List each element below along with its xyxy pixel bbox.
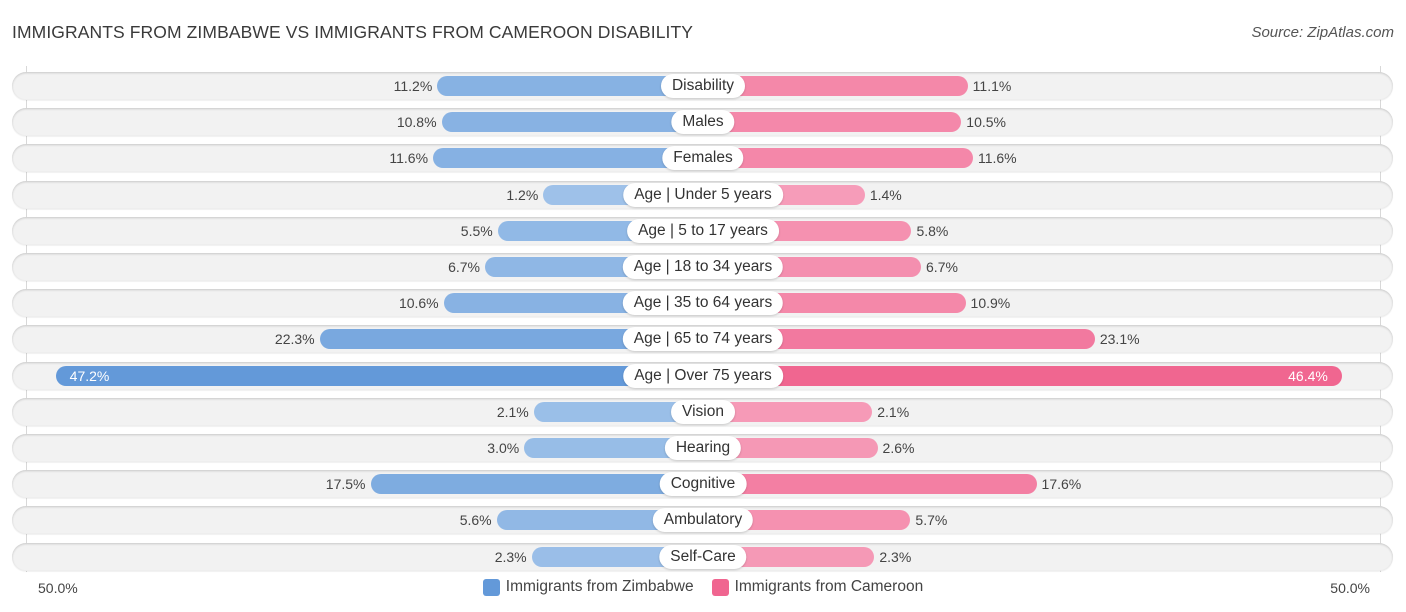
legend-item-cameroon[interactable]: Immigrants from Cameroon [711, 578, 924, 596]
bar-cameroon[interactable] [703, 365, 1342, 386]
category-label: Hearing [664, 436, 742, 460]
legend-label-zimbabwe: Immigrants from Zimbabwe [505, 578, 694, 595]
legend-swatch-zimbabwe [482, 578, 500, 596]
diverging-bar-chart: 11.2% 11.1% Disability 10.8% 10.5% Males 11.6%… [0, 0, 1406, 612]
value-label-cameroon: 10.5% [966, 114, 1006, 131]
bar-zimbabwe[interactable] [55, 365, 703, 386]
legend: Immigrants from Zimbabwe Immigrants from… [0, 578, 1406, 596]
value-label-cameroon: 11.6% [977, 150, 1017, 167]
value-label-cameroon: 23.1% [1099, 331, 1140, 348]
value-label-cameroon: 2.1% [877, 403, 910, 420]
value-label-zimbabwe: 5.6% [459, 512, 492, 529]
value-label-zimbabwe: 5.5% [460, 222, 493, 239]
value-label-zimbabwe: 10.6% [398, 295, 439, 312]
bar-zimbabwe[interactable] [441, 112, 703, 133]
category-label: Age | Under 5 years [623, 182, 783, 207]
value-label-cameroon: 2.3% [879, 548, 912, 565]
bar-cameroon[interactable] [703, 474, 1037, 495]
bar-zimbabwe[interactable] [370, 474, 703, 495]
legend-swatch-cameroon [711, 578, 729, 596]
bar-cameroon[interactable] [703, 148, 973, 169]
value-label-zimbabwe: 3.0% [487, 440, 520, 456]
value-label-zimbabwe: 22.3% [274, 331, 315, 348]
bar-cameroon[interactable] [703, 112, 962, 133]
value-label-cameroon: 11.1% [972, 78, 1012, 94]
value-label-zimbabwe: 10.8% [396, 114, 437, 131]
legend-item-zimbabwe[interactable]: Immigrants from Zimbabwe [482, 578, 694, 596]
value-label-cameroon: 17.6% [1041, 476, 1082, 493]
category-label: Ambulatory [652, 508, 754, 533]
category-label: Vision [671, 399, 735, 424]
value-label-zimbabwe: 11.6% [389, 150, 429, 167]
legend-label-cameroon: Immigrants from Cameroon [734, 578, 924, 595]
category-label: Females [662, 146, 744, 171]
value-label-zimbabwe: 2.1% [496, 403, 529, 420]
value-label-zimbabwe: 2.3% [494, 548, 527, 565]
category-label: Cognitive [659, 472, 747, 497]
value-label-zimbabwe: 17.5% [325, 476, 366, 493]
value-label-zimbabwe: 1.2% [506, 186, 539, 203]
value-label-zimbabwe: 11.2% [393, 78, 433, 94]
value-label-cameroon: 10.9% [970, 295, 1011, 312]
value-label-cameroon: 2.6% [882, 440, 915, 456]
category-label: Age | Over 75 years [623, 363, 783, 388]
category-label: Age | 18 to 34 years [622, 255, 784, 279]
category-label: Age | 65 to 74 years [622, 327, 784, 352]
value-label-zimbabwe: 6.7% [448, 259, 480, 275]
category-label: Age | 35 to 64 years [622, 291, 784, 316]
value-label-cameroon: 46.4% [1288, 367, 1328, 384]
category-label: Self-Care [659, 544, 747, 569]
category-label: Disability [660, 74, 746, 98]
category-label: Males [671, 110, 735, 135]
value-label-cameroon: 5.7% [915, 512, 948, 529]
value-label-cameroon: 6.7% [926, 259, 958, 275]
value-label-cameroon: 5.8% [916, 222, 949, 239]
category-label: Age | 5 to 17 years [627, 218, 779, 243]
value-label-zimbabwe: 47.2% [69, 367, 110, 384]
value-label-cameroon: 1.4% [869, 186, 902, 203]
